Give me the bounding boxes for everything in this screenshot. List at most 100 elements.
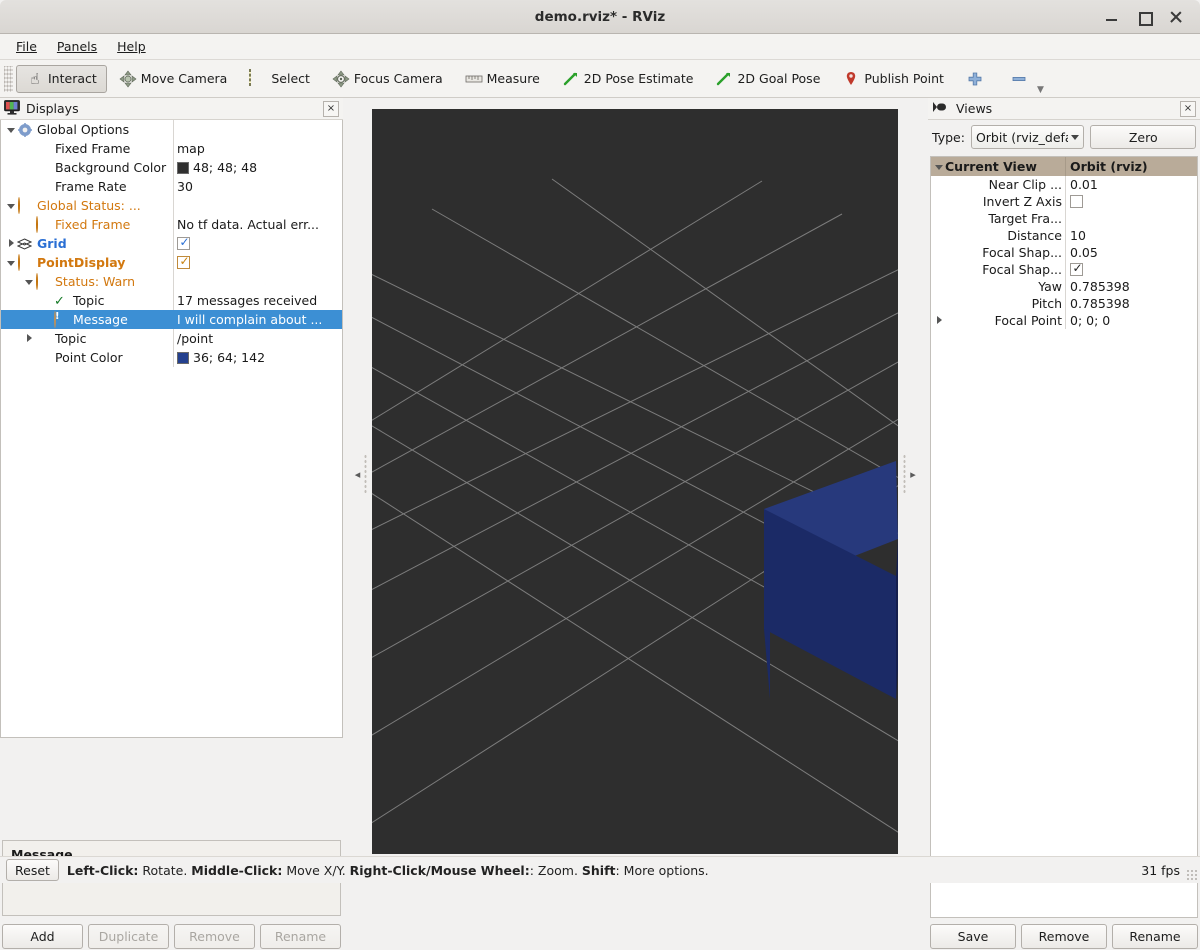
display-enable-checkbox[interactable] bbox=[177, 237, 190, 250]
toolbar-overflow-arrow[interactable]: ▼ bbox=[1037, 85, 1044, 97]
view-row-near-clip[interactable]: Near Clip ...0.01 bbox=[931, 176, 1197, 193]
view-row-pitch[interactable]: Pitch0.785398 bbox=[931, 295, 1197, 312]
view-row-focal-shap[interactable]: Focal Shap...0.05 bbox=[931, 244, 1197, 261]
maximize-button[interactable] bbox=[1136, 9, 1152, 25]
view-property-checkbox[interactable] bbox=[1070, 263, 1083, 276]
display-row-fixed-frame[interactable]: Fixed FrameNo tf data. Actual err... bbox=[1, 215, 342, 234]
display-row-grid[interactable]: Grid bbox=[1, 234, 342, 253]
add-tool-button[interactable] bbox=[956, 65, 998, 93]
expander-collapse-icon[interactable] bbox=[23, 272, 35, 291]
menu-item-file[interactable]: File bbox=[8, 36, 45, 57]
reset-button[interactable]: Reset bbox=[6, 859, 59, 881]
tool-publish-point[interactable]: Publish Point bbox=[832, 65, 954, 93]
display-row-value-cell[interactable]: /point bbox=[173, 329, 342, 348]
display-row-global-options[interactable]: Global Options bbox=[1, 120, 342, 139]
display-row-topic[interactable]: ✓Topic17 messages received bbox=[1, 291, 342, 310]
display-row-value-cell[interactable]: 36; 64; 142 bbox=[173, 348, 342, 367]
view-row-value-cell[interactable] bbox=[1065, 193, 1197, 210]
display-enable-checkbox[interactable] bbox=[177, 256, 190, 269]
views-close-button[interactable]: × bbox=[1180, 101, 1196, 117]
menu-item-help[interactable]: Help bbox=[109, 36, 154, 57]
display-row-value-cell[interactable]: No tf data. Actual err... bbox=[173, 215, 342, 234]
save-view-button[interactable]: Save bbox=[930, 924, 1016, 949]
view-row-value-cell[interactable]: 0.785398 bbox=[1065, 295, 1197, 312]
zero-button[interactable]: Zero bbox=[1090, 125, 1196, 149]
expander-expand-icon[interactable] bbox=[23, 329, 35, 348]
view-type-combobox[interactable]: Orbit (rviz_defau bbox=[971, 125, 1085, 149]
display-row-value-cell[interactable]: I will complain about ... bbox=[173, 310, 342, 329]
color-swatch[interactable] bbox=[177, 162, 189, 174]
views-panel-title: Views bbox=[956, 101, 992, 116]
display-row-value-cell[interactable]: 17 messages received bbox=[173, 291, 342, 310]
color-swatch[interactable] bbox=[177, 352, 189, 364]
display-row-background-color[interactable]: Background Color48; 48; 48 bbox=[1, 158, 342, 177]
displays-close-button[interactable]: × bbox=[323, 101, 339, 117]
view-property-checkbox[interactable] bbox=[1070, 195, 1083, 208]
display-row-value-cell[interactable] bbox=[173, 234, 342, 253]
view-row-distance[interactable]: Distance10 bbox=[931, 227, 1197, 244]
views-panel-header: Views × bbox=[928, 98, 1200, 120]
display-row-name-cell: Background Color bbox=[1, 158, 173, 177]
tool-2d-pose-estimate[interactable]: 2D Pose Estimate bbox=[552, 65, 704, 93]
display-row-value-cell[interactable] bbox=[173, 120, 342, 139]
expander-collapse-icon[interactable] bbox=[5, 120, 17, 139]
view-row-value-cell[interactable] bbox=[1065, 210, 1197, 227]
display-row-value-cell[interactable]: 48; 48; 48 bbox=[173, 158, 342, 177]
view-row-value-cell[interactable]: 0.785398 bbox=[1065, 278, 1197, 295]
display-row-pointdisplay[interactable]: PointDisplay bbox=[1, 253, 342, 272]
display-row-topic[interactable]: Topic/point bbox=[1, 329, 342, 348]
expander-expand-icon[interactable] bbox=[933, 312, 945, 329]
view-row-focal-shap[interactable]: Focal Shap... bbox=[931, 261, 1197, 278]
remove-display-button: Remove bbox=[174, 924, 255, 949]
menu-item-panels[interactable]: Panels bbox=[49, 36, 105, 57]
rename-view-button[interactable]: Rename bbox=[1112, 924, 1198, 949]
current-view-expander[interactable] bbox=[933, 157, 945, 176]
display-row-value-cell[interactable] bbox=[173, 272, 342, 291]
view-type-label: Type: bbox=[932, 130, 965, 145]
remove-view-button[interactable]: Remove bbox=[1021, 924, 1107, 949]
collapse-displays-arrow[interactable]: ◂ bbox=[343, 468, 372, 481]
display-row-point-color[interactable]: Point Color36; 64; 142 bbox=[1, 348, 342, 367]
render-viewport[interactable] bbox=[372, 109, 898, 854]
view-row-value-cell[interactable]: 0.05 bbox=[1065, 244, 1197, 261]
display-row-global-status[interactable]: Global Status: ... bbox=[1, 196, 342, 215]
display-row-frame-rate[interactable]: Frame Rate30 bbox=[1, 177, 342, 196]
tool-focus-camera[interactable]: Focus Camera bbox=[322, 65, 453, 93]
resize-grip[interactable] bbox=[1186, 869, 1198, 881]
tool-measure[interactable]: Measure bbox=[455, 65, 550, 93]
toolbar-grip[interactable] bbox=[4, 66, 13, 92]
view-row-yaw[interactable]: Yaw0.785398 bbox=[931, 278, 1197, 295]
view-row-value-cell[interactable] bbox=[1065, 261, 1197, 278]
display-row-value-cell[interactable] bbox=[173, 196, 342, 215]
expander-spacer bbox=[41, 291, 53, 310]
tool-interact[interactable]: ☝ Interact bbox=[16, 65, 107, 93]
display-row-value-cell[interactable]: 30 bbox=[173, 177, 342, 196]
display-row-status-warn[interactable]: Status: Warn bbox=[1, 272, 342, 291]
expander-collapse-icon[interactable] bbox=[5, 253, 17, 272]
tool-select[interactable]: Select bbox=[239, 65, 320, 93]
close-button[interactable] bbox=[1168, 9, 1184, 25]
view-row-value-cell[interactable]: 0; 0; 0 bbox=[1065, 312, 1197, 329]
display-row-value-cell[interactable]: map bbox=[173, 139, 342, 158]
expander-expand-icon[interactable] bbox=[5, 234, 17, 253]
minimize-button[interactable] bbox=[1104, 9, 1120, 25]
tool-2d-goal-pose[interactable]: 2D Goal Pose bbox=[705, 65, 830, 93]
left-splitter[interactable]: ◂ bbox=[343, 98, 372, 854]
right-splitter[interactable]: ▸ bbox=[898, 98, 928, 854]
mouse-hint-part: Left-Click: bbox=[67, 863, 139, 878]
view-row-value-cell[interactable]: 0.01 bbox=[1065, 176, 1197, 193]
display-row-message[interactable]: MessageI will complain about ... bbox=[1, 310, 342, 329]
display-row-value-cell[interactable] bbox=[173, 253, 342, 272]
displays-tree[interactable]: Global OptionsFixed FramemapBackground C… bbox=[0, 120, 343, 738]
add-display-button[interactable]: Add bbox=[2, 924, 83, 949]
view-row-focal-point[interactable]: Focal Point0; 0; 0 bbox=[931, 312, 1197, 329]
view-row-value-cell[interactable]: 10 bbox=[1065, 227, 1197, 244]
view-row-target-fra[interactable]: Target Fra... bbox=[931, 210, 1197, 227]
remove-tool-button[interactable] bbox=[1000, 65, 1042, 93]
display-row-fixed-frame[interactable]: Fixed Framemap bbox=[1, 139, 342, 158]
views-tree[interactable]: Current View Orbit (rviz) Near Clip ...0… bbox=[930, 156, 1198, 918]
collapse-views-arrow[interactable]: ▸ bbox=[898, 468, 928, 481]
view-row-invert-z-axis[interactable]: Invert Z Axis bbox=[931, 193, 1197, 210]
tool-move-camera[interactable]: Move Camera bbox=[109, 65, 238, 93]
expander-collapse-icon[interactable] bbox=[5, 196, 17, 215]
